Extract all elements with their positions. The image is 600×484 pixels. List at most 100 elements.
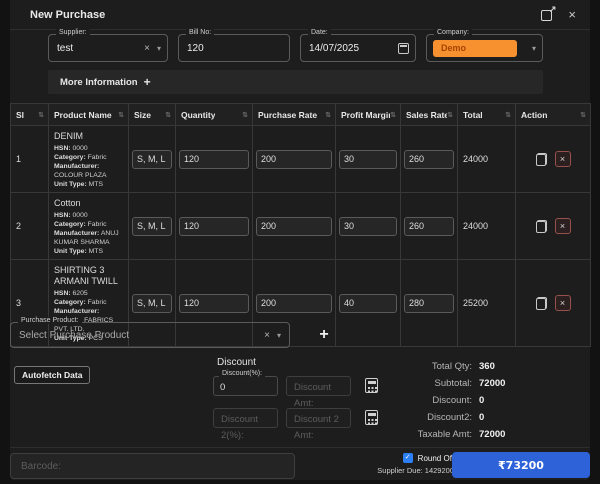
product-name: SHIRTING 3 ARMANI TWILL — [54, 265, 118, 286]
size-input[interactable] — [132, 149, 172, 169]
col-purchase-rate: Purchase Rate ⇅ — [252, 103, 336, 126]
expand-icon[interactable] — [541, 4, 556, 21]
company-label: Company: — [434, 29, 472, 36]
taxable-amt-row: Taxable Amt: 72000 — [417, 429, 506, 440]
sort-icon[interactable]: ⇅ — [242, 111, 248, 119]
more-information-toggle[interactable]: More Information + — [48, 70, 543, 94]
barcode-input[interactable] — [10, 453, 295, 479]
purchase-product-caret-icon[interactable]: ▾ — [277, 331, 281, 340]
discount-percent-input[interactable] — [214, 378, 277, 397]
company-selected-pill: Demo — [433, 39, 517, 57]
supplier-due-text: Supplier Due: 1429200 — [377, 466, 454, 475]
grand-total-button[interactable]: ₹73200 — [452, 452, 590, 478]
col-sl: Sl ⇅ — [10, 103, 49, 126]
delete-row-button[interactable]: × — [554, 295, 571, 311]
round-off-label: Round Off — [417, 453, 454, 463]
supplier-caret-icon[interactable]: ▾ — [157, 44, 161, 53]
company-select[interactable]: Company: Demo ▾ — [426, 29, 543, 62]
sort-icon[interactable]: ⇅ — [505, 111, 511, 119]
autofetch-data-button[interactable]: Autofetch Data — [14, 366, 91, 384]
delete-row-button[interactable]: × — [554, 151, 571, 167]
row-total: 24000 — [457, 192, 516, 260]
copy-row-icon[interactable] — [535, 219, 547, 233]
bill-no-field[interactable]: Bill No: 120 — [178, 29, 290, 62]
quantity-input[interactable] — [179, 149, 249, 169]
sort-icon[interactable]: ⇅ — [580, 111, 586, 119]
purchase-rate-input[interactable] — [256, 216, 332, 236]
discount-heading: Discount — [217, 357, 256, 368]
col-quantity: Quantity ⇅ — [175, 103, 253, 126]
more-information-label: More Information — [60, 76, 138, 88]
sort-icon[interactable]: ⇅ — [390, 111, 396, 119]
purchase-product-placeholder: Select Purchase Product — [19, 329, 130, 341]
sales-rate-input[interactable] — [404, 216, 454, 236]
dialog-title: New Purchase — [30, 8, 106, 21]
supplier-clear-icon[interactable]: × — [144, 43, 150, 54]
add-product-button[interactable]: + — [313, 324, 335, 346]
supplier-value: test — [57, 42, 74, 54]
supplier-label: Supplier: — [56, 29, 90, 36]
profit-margin-input[interactable] — [339, 216, 397, 236]
purchase-rate-input[interactable] — [256, 149, 332, 169]
col-size: Size ⇅ — [128, 103, 176, 126]
sort-icon[interactable]: ⇅ — [447, 111, 453, 119]
dialog-header: New Purchase × — [10, 0, 590, 30]
purchase-product-select[interactable]: Purchase Product: Select Purchase Produc… — [10, 317, 290, 348]
footer-divider — [10, 447, 590, 448]
table-row: 2 Cotton HSN: 0000 Category: Fabric Manu… — [10, 192, 591, 260]
row-total: 25200 — [457, 259, 516, 347]
discount-percent-label: Discount(%): — [219, 370, 266, 377]
sort-icon[interactable]: ⇅ — [118, 111, 124, 119]
profit-margin-input[interactable] — [339, 149, 397, 169]
discount-percent-field[interactable]: Discount(%): — [213, 370, 278, 397]
row-total: 24000 — [457, 125, 516, 193]
profit-margin-input[interactable] — [339, 293, 397, 313]
round-off-checkbox[interactable]: ✓ — [402, 453, 413, 463]
quantity-input[interactable] — [179, 216, 249, 236]
new-purchase-dialog: New Purchase × Supplier: test × ▾ Bill N… — [10, 0, 591, 480]
discount2-row: Discount2: 0 — [427, 412, 485, 423]
date-label: Date: — [308, 29, 331, 36]
purchase-items-table: Sl ⇅ Product Name ⇅ Size ⇅ Quantity ⇅ Purcha… — [10, 103, 591, 347]
copy-row-icon[interactable] — [535, 152, 547, 166]
quantity-input[interactable] — [179, 293, 249, 313]
row-sl: 2 — [10, 192, 49, 260]
size-input[interactable] — [132, 216, 172, 236]
col-profit-margin: Profit Margin ⇅ — [335, 103, 401, 126]
col-product-name: Product Name ⇅ — [48, 103, 129, 126]
sort-icon[interactable]: ⇅ — [38, 111, 44, 119]
date-value: 14/07/2025 — [309, 42, 360, 54]
sort-icon[interactable]: ⇅ — [325, 111, 331, 119]
purchase-rate-input[interactable] — [256, 293, 332, 313]
total-qty-row: Total Qty: 360 — [431, 361, 495, 372]
row-product-info: DENIM HSN: 0000 Category: Fabric Manufac… — [48, 125, 129, 193]
table-row: 1 DENIM HSN: 0000 Category: Fabric Manuf… — [10, 125, 591, 193]
row-sl: 1 — [10, 125, 49, 193]
sales-rate-input[interactable] — [404, 149, 454, 169]
form-row: Supplier: test × ▾ Bill No: 120 Date: 14… — [48, 29, 543, 62]
close-icon[interactable]: × — [568, 8, 576, 21]
company-caret-icon[interactable]: ▾ — [532, 44, 536, 53]
supplier-select[interactable]: Supplier: test × ▾ — [48, 29, 168, 62]
discount-row: Discount: 0 — [432, 395, 485, 406]
product-name: Cotton — [54, 198, 81, 208]
table-header-row: Sl ⇅ Product Name ⇅ Size ⇅ Quantity ⇅ Purcha… — [10, 103, 591, 126]
purchase-product-clear-icon[interactable]: × — [264, 330, 270, 341]
row-product-info: Cotton HSN: 0000 Category: Fabric Manufa… — [48, 192, 129, 260]
copy-row-icon[interactable] — [535, 296, 547, 310]
purchase-product-label: Purchase Product: — [18, 317, 82, 324]
delete-row-button[interactable]: × — [554, 218, 571, 234]
size-input[interactable] — [132, 293, 172, 313]
bill-no-value: 120 — [187, 42, 204, 54]
bill-no-label: Bill No: — [186, 29, 215, 36]
totals-summary: Total Qty: 360 Subtotal: 72000 Discount:… — [340, 358, 540, 443]
col-total: Total ⇅ — [457, 103, 516, 126]
date-field[interactable]: Date: 14/07/2025 — [300, 29, 416, 62]
sort-icon[interactable]: ⇅ — [165, 111, 171, 119]
calendar-icon[interactable] — [398, 42, 409, 54]
discount2-percent-field[interactable]: Discount 2(%): — [213, 408, 278, 441]
col-sales-rate: Sales Rate ⇅ — [400, 103, 458, 126]
sales-rate-input[interactable] — [404, 293, 454, 313]
more-information-plus-icon: + — [143, 75, 151, 89]
roundoff-group: ✓ Round Off Supplier Due: 1429200 — [294, 453, 454, 475]
